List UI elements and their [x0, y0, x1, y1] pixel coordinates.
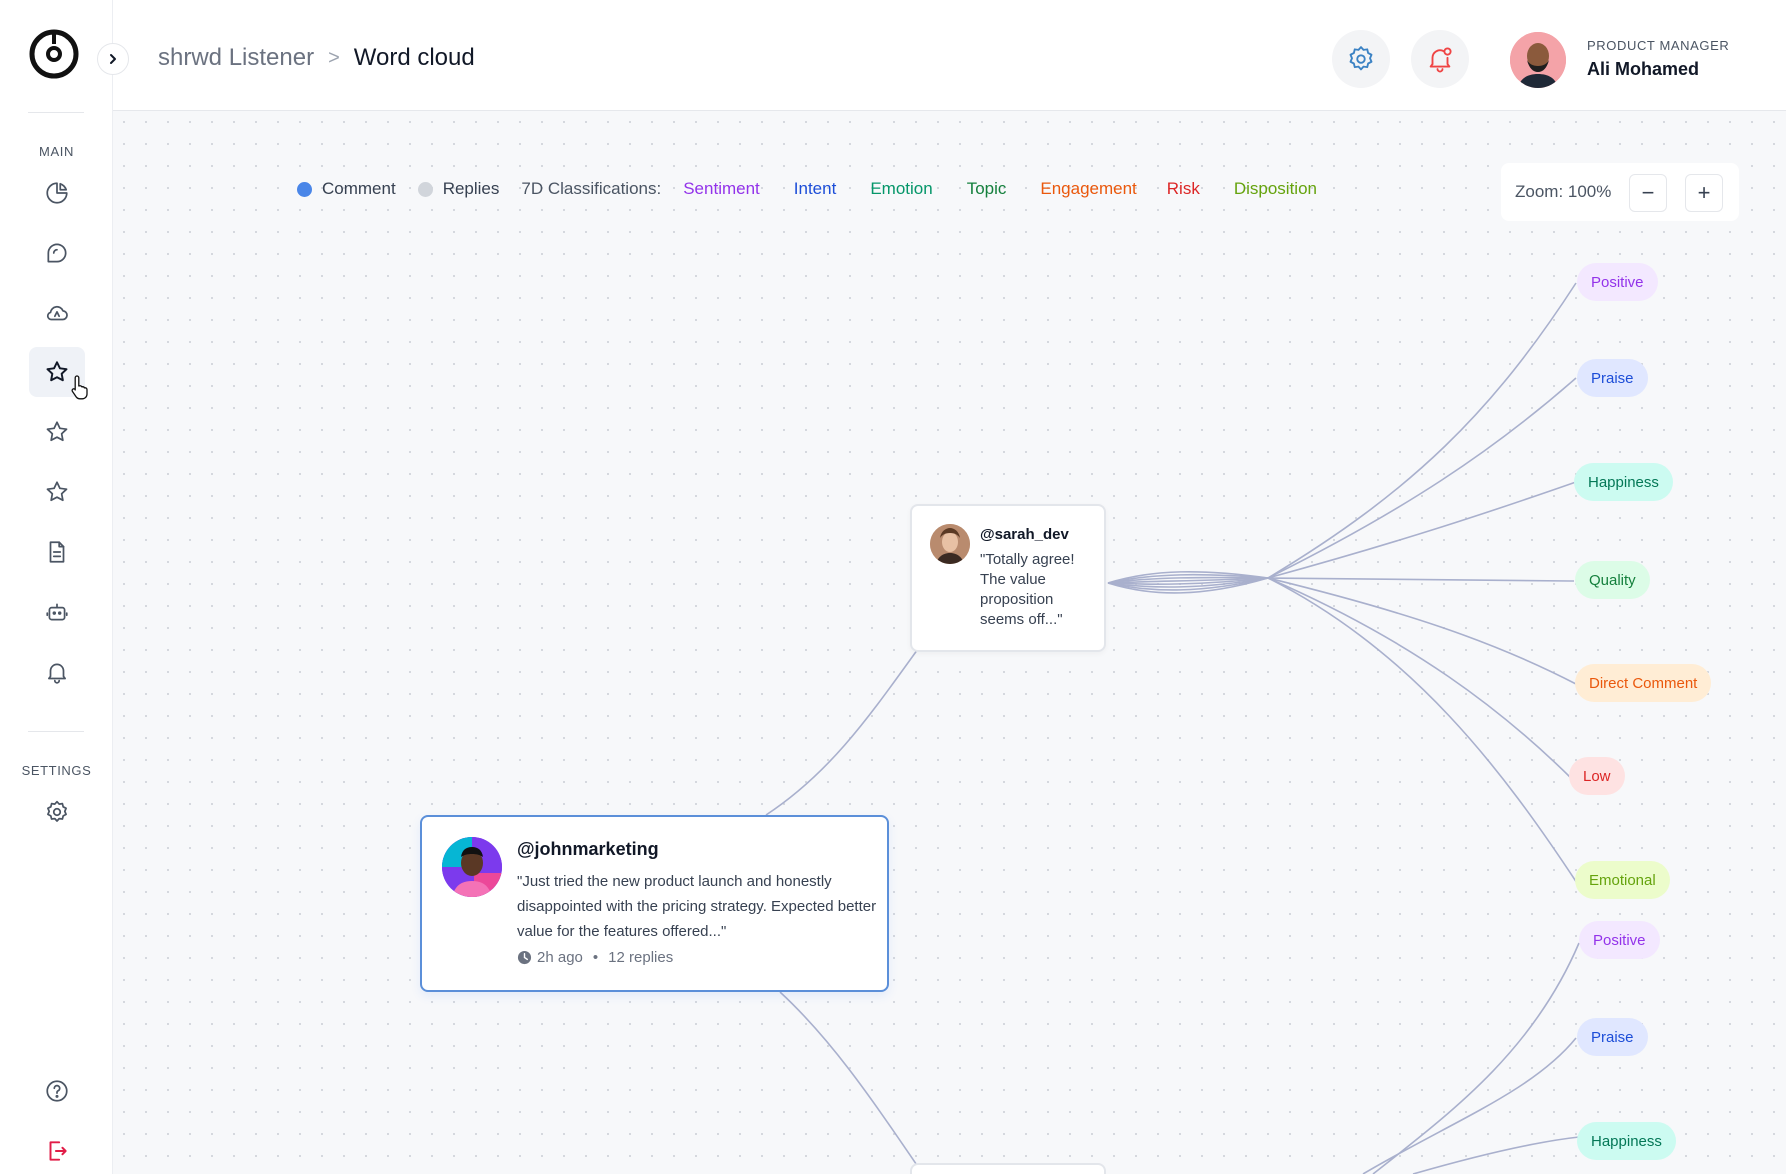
- link-tag-low: [1267, 577, 1572, 779]
- tag-low[interactable]: Low: [1569, 757, 1625, 795]
- user-avatar[interactable]: [1510, 32, 1566, 88]
- breadcrumb-app[interactable]: shrwd Listener: [158, 44, 314, 72]
- link-tag-quality: [1267, 577, 1575, 582]
- comment-time: 2h ago: [537, 949, 583, 966]
- gear-icon: [1349, 46, 1373, 71]
- bot-icon: [46, 603, 68, 621]
- reply-text: "Totally agree! The value proposition se…: [980, 551, 1075, 628]
- tag-praise[interactable]: Praise: [1577, 359, 1648, 397]
- bell-icon: [48, 663, 66, 684]
- sidebar-toggle-button[interactable]: [97, 43, 129, 75]
- chat-bubble-icon: [47, 243, 67, 263]
- tag-happiness[interactable]: Happiness: [1574, 463, 1673, 501]
- logout-icon: [49, 1141, 67, 1161]
- tag-positive[interactable]: Positive: [1577, 263, 1658, 301]
- notifications-button[interactable]: [1411, 30, 1469, 88]
- link-tag-direct-comment: [1267, 577, 1577, 685]
- settings-button[interactable]: [1332, 30, 1390, 88]
- comment-card[interactable]: @johnmarketing "Just tried the new produ…: [420, 815, 889, 992]
- clock-icon: [517, 950, 532, 965]
- link-tag-emotional: [1267, 577, 1578, 884]
- comment-replies-count[interactable]: 12 replies: [608, 949, 673, 966]
- document-icon: [49, 541, 65, 563]
- tag-praise-2[interactable]: Praise: [1577, 1018, 1648, 1056]
- star-icon: [46, 361, 68, 382]
- link-tag-positive-2: [1372, 942, 1580, 1174]
- section-label-settings: SETTINGS: [21, 763, 92, 778]
- comment-text: "Just tried the new product launch and h…: [517, 873, 877, 940]
- gear-icon: [47, 800, 67, 822]
- star-icon: [46, 481, 68, 502]
- link-tag-happiness: [1267, 481, 1577, 579]
- user-role: PRODUCT MANAGER: [1587, 38, 1730, 53]
- star-icon: [46, 421, 68, 442]
- sidebar-item-starred-2[interactable]: [29, 407, 85, 457]
- tag-quality[interactable]: Quality: [1575, 561, 1650, 599]
- tag-happiness-2[interactable]: Happiness: [1577, 1122, 1676, 1160]
- cloud-icon: [46, 305, 68, 321]
- link-comment-reply: [765, 641, 924, 816]
- chevron-right-icon: [110, 54, 116, 64]
- graph-canvas[interactable]: Comment Replies 7D Classifications: Sent…: [113, 111, 1786, 1174]
- link-tag-praise: [1267, 377, 1577, 579]
- link-comment-next: [779, 991, 924, 1174]
- reply-card-2[interactable]: [910, 1163, 1106, 1174]
- sidebar: MAIN SETTINGS: [0, 0, 113, 1174]
- app-logo[interactable]: [28, 28, 80, 80]
- sidebar-item-word-cloud[interactable]: [29, 288, 85, 338]
- help-icon: [46, 1080, 68, 1102]
- link-tag-praise-2: [1362, 1037, 1577, 1174]
- sidebar-item-starred-3[interactable]: [29, 467, 85, 517]
- tag-positive-2[interactable]: Positive: [1579, 921, 1660, 959]
- link-tag-positive: [1267, 282, 1577, 579]
- bell-alert-icon: [1429, 47, 1452, 73]
- sidebar-item-dashboard[interactable]: [29, 168, 85, 218]
- reply-card[interactable]: @sarah_dev "Totally agree! The value pro…: [910, 504, 1106, 652]
- comment-meta: 2h ago • 12 replies: [517, 949, 673, 966]
- pointer-cursor-icon: [71, 375, 88, 400]
- pie-chart-icon: [46, 182, 68, 204]
- comment-handle[interactable]: @johnmarketing: [517, 839, 659, 860]
- sidebar-item-reports[interactable]: [29, 527, 85, 577]
- reply-avatar: [930, 524, 970, 564]
- sidebar-item-help[interactable]: [29, 1066, 85, 1116]
- tag-emotional[interactable]: Emotional: [1575, 861, 1670, 899]
- tag-direct-comment[interactable]: Direct Comment: [1575, 664, 1712, 702]
- sidebar-divider: [28, 112, 84, 113]
- link-tag-happiness-2: [1412, 1136, 1580, 1174]
- breadcrumb: shrwd Listener > Word cloud: [158, 44, 475, 72]
- sidebar-item-conversations[interactable]: [29, 228, 85, 278]
- user-name: Ali Mohamed: [1587, 59, 1700, 79]
- sidebar-item-logout[interactable]: [29, 1126, 85, 1174]
- comment-avatar: [442, 837, 502, 897]
- sidebar-item-settings[interactable]: [29, 787, 85, 837]
- sidebar-item-bot[interactable]: [29, 587, 85, 637]
- top-header: shrwd Listener > Word cloud PRODUCT MANA…: [97, 0, 1786, 111]
- meta-separator: •: [592, 949, 599, 966]
- section-label-main: MAIN: [39, 144, 74, 159]
- sidebar-divider: [28, 731, 84, 732]
- page-title: Word cloud: [353, 44, 475, 71]
- breadcrumb-separator: >: [328, 46, 340, 69]
- sidebar-item-alerts[interactable]: [29, 647, 85, 697]
- reply-handle: @sarah_dev: [980, 526, 1069, 543]
